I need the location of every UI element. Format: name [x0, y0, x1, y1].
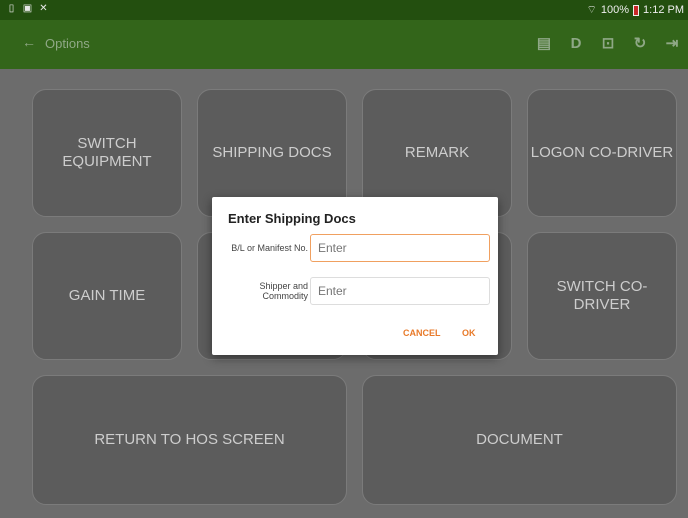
status-left-icons: ▯ ▣ ✕ [6, 3, 49, 14]
notification-icon: ▯ [8, 3, 15, 14]
message-icon[interactable]: ▤ [528, 33, 560, 55]
shipping-docs-dialog: Enter Shipping Docs B/L or Manifest No. … [212, 197, 498, 355]
wifi-icon: ⌔ [586, 4, 597, 16]
page-title: Options [45, 36, 90, 51]
gain-time-label: GAIN TIME [68, 287, 146, 304]
status-bar: ▯ ▣ ✕ ⌔ 100% 1:12 PM [0, 0, 688, 20]
tools-icon: ✕ [39, 3, 48, 14]
shipping-docs-label: SHIPPING DOCS [212, 144, 332, 161]
return-to-hos-button[interactable]: RETURN TO HOS SCREEN [32, 375, 347, 505]
shipper-commodity-input[interactable] [310, 277, 490, 305]
battery-percent: 100% [600, 4, 630, 16]
dialog-title: Enter Shipping Docs [228, 211, 356, 226]
switch-co-driver-button[interactable]: SWITCH CO-DRIVER [527, 232, 677, 360]
remark-label: REMARK [404, 144, 470, 161]
battery-icon [633, 4, 640, 16]
back-arrow-icon[interactable]: ← [22, 34, 36, 50]
logout-icon[interactable]: ⇥ [656, 33, 688, 55]
ok-button[interactable]: OK [462, 328, 476, 338]
return-to-hos-label: RETURN TO HOS SCREEN [94, 431, 285, 448]
switch-equipment-button[interactable]: SWITCH EQUIPMENT [32, 89, 182, 217]
status-right: ⌔ 100% 1:12 PM [587, 3, 684, 17]
driver-icon[interactable]: ⊡ [592, 33, 624, 55]
app-bar: ← Options ▤ D ⊡ ↻ ⇥ [0, 20, 688, 69]
image-icon: ▣ [22, 3, 33, 14]
cancel-button[interactable]: CANCEL [403, 328, 441, 338]
refresh-icon[interactable]: ↻ [624, 33, 656, 55]
d-icon[interactable]: D [560, 33, 592, 55]
switch-equipment-label: SWITCH EQUIPMENT [62, 135, 152, 170]
logon-co-driver-button[interactable]: LOGON CO-DRIVER [527, 89, 677, 217]
app-bar-actions: ▤ D ⊡ ↻ ⇥ [528, 33, 688, 55]
bl-manifest-label: B/L or Manifest No. [231, 243, 308, 253]
clock: 1:12 PM [643, 4, 684, 16]
gain-time-button[interactable]: GAIN TIME [32, 232, 182, 360]
bl-manifest-input[interactable] [310, 234, 490, 262]
switch-co-driver-label: SWITCH CO-DRIVER [556, 278, 648, 313]
shipper-commodity-label: Shipper and Commodity [259, 281, 308, 301]
logon-co-driver-label: LOGON CO-DRIVER [530, 144, 674, 161]
document-button[interactable]: DOCUMENT [362, 375, 677, 505]
document-label: DOCUMENT [476, 431, 563, 448]
